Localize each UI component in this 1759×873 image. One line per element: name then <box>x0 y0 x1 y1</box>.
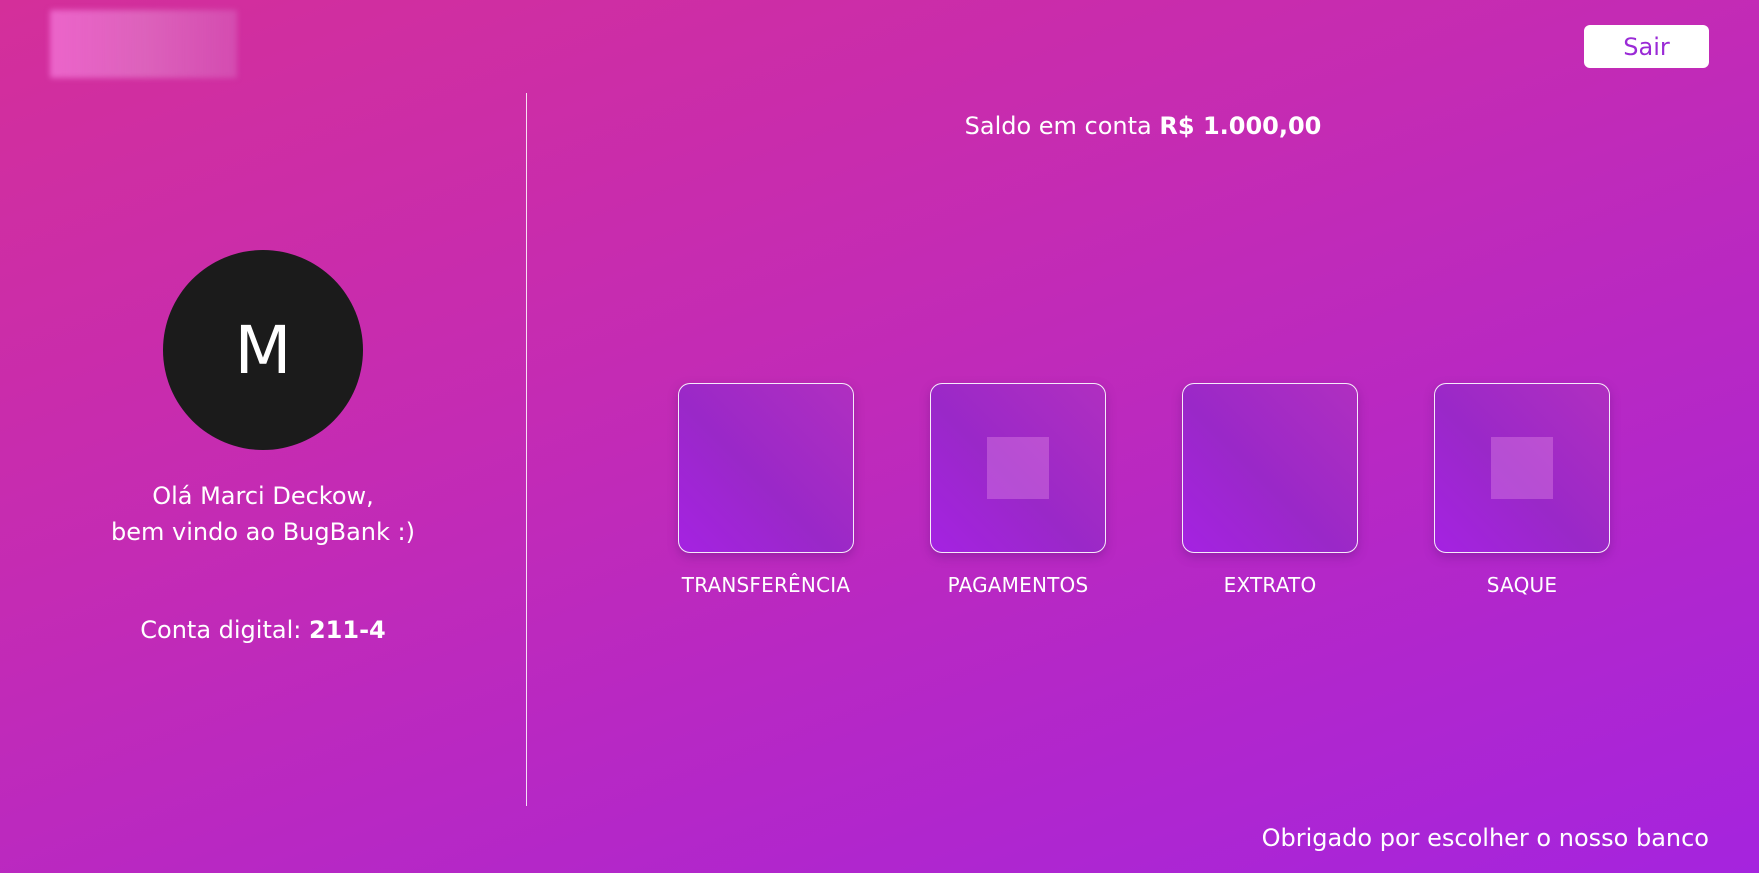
account-balance: Saldo em conta R$ 1.000,00 <box>843 108 1443 144</box>
account-info: Conta digital: 211-4 <box>63 612 463 648</box>
greeting-name: Olá Marci Deckow, <box>152 482 374 510</box>
statement-label: EXTRATO <box>1223 573 1317 597</box>
transfer-icon[interactable] <box>678 383 854 553</box>
welcome-message: Olá Marci Deckow, bem vindo ao BugBank :… <box>63 478 463 550</box>
vertical-divider <box>526 93 527 806</box>
balance-label: Saldo em conta <box>964 112 1152 140</box>
avatar-initial: M <box>234 311 292 389</box>
greeting-welcome: bem vindo ao BugBank :) <box>111 518 415 546</box>
payments-icon-glyph <box>987 437 1049 499</box>
account-label: Conta digital: <box>140 616 302 644</box>
transfer-label: TRANSFERÊNCIA <box>681 573 851 597</box>
withdraw-label: SAQUE <box>1486 573 1558 597</box>
payments-label: PAGAMENTOS <box>947 573 1089 597</box>
balance-value: R$ 1.000,00 <box>1159 112 1322 140</box>
avatar: M <box>163 250 363 450</box>
footer-thanks: Obrigado por escolher o nosso banco <box>1261 824 1709 852</box>
account-number: 211-4 <box>308 616 386 644</box>
statement-icon[interactable] <box>1182 383 1358 553</box>
logout-button[interactable]: Sair <box>1584 25 1709 68</box>
withdraw-icon[interactable] <box>1434 383 1610 553</box>
payments-icon[interactable] <box>930 383 1106 553</box>
withdraw-icon-glyph <box>1491 437 1553 499</box>
bugbank-logo <box>50 10 237 78</box>
